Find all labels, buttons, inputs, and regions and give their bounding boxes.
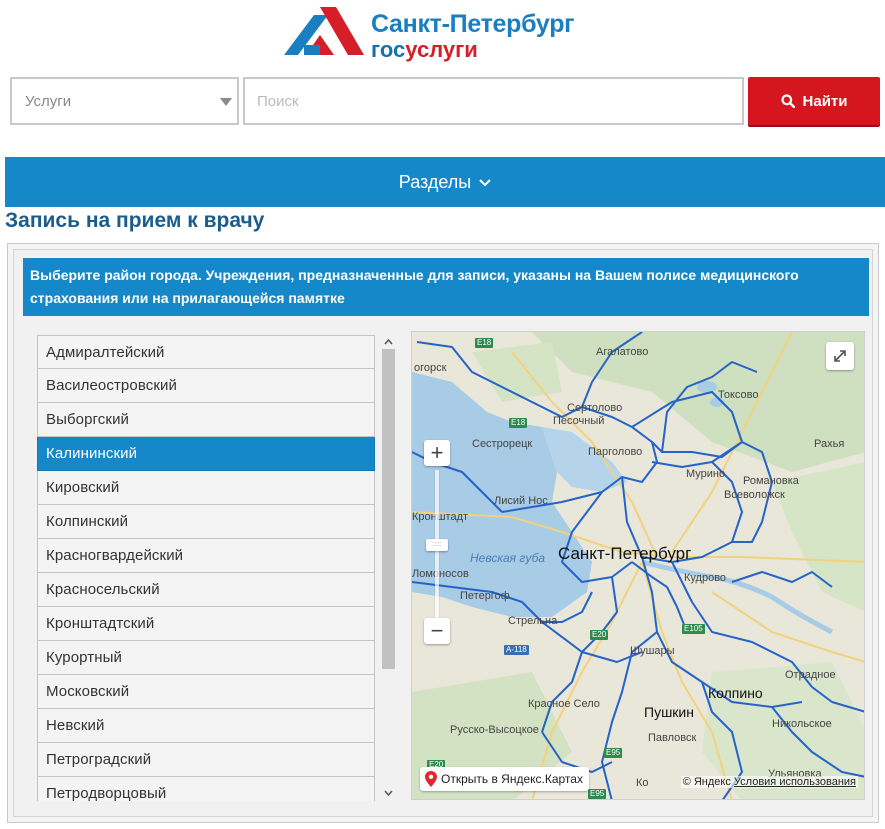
logo-uslugi: услуги	[405, 37, 478, 62]
map-label-pavlovsk: Павловск	[648, 732, 697, 744]
scroll-up-arrow-icon[interactable]	[383, 336, 394, 347]
road-tag-e95: E95	[604, 748, 623, 758]
map-label-murino: Мурино	[686, 468, 726, 480]
district-item[interactable]: Кировский	[37, 471, 375, 505]
road-tag-e18-north: E18	[475, 338, 494, 348]
district-item[interactable]: Красносельский	[37, 573, 375, 607]
district-list-container: Адмиралтейский Василеостровский Выборгский…	[37, 335, 397, 801]
map-label-kudrovo: Кудрово	[684, 572, 727, 584]
district-item[interactable]: Петродворцовый	[37, 777, 375, 801]
district-item[interactable]: Выборгский	[37, 403, 375, 437]
zoom-slider-handle[interactable]: :::::	[426, 539, 448, 551]
fullscreen-button[interactable]	[826, 342, 854, 370]
map-label-russko-vysotskoe: Русско-Высоцкое	[450, 724, 539, 736]
district-item[interactable]: Василеостровский	[37, 369, 375, 403]
map-label-kolpino: Колпино	[708, 685, 763, 701]
map-label-zelenogorsk: огорск	[414, 362, 447, 374]
info-message: Выберите район города. Учреждения, предн…	[23, 258, 869, 316]
road-tag-e105: E105	[682, 624, 705, 634]
chevron-down-icon	[479, 179, 491, 187]
search-row: Услуги Найти	[10, 77, 880, 125]
find-button[interactable]: Найти	[748, 77, 880, 125]
logo-text[interactable]: Санкт-Петербург госуслуги	[371, 10, 575, 62]
map-copyright: © Яндекс Условия использования	[680, 776, 858, 788]
map-label-otradnoe: Отрадное	[785, 669, 836, 681]
road-tag-e18: E18	[509, 418, 528, 428]
caret-down-icon	[220, 98, 232, 106]
copyright-text: © Яндекс	[682, 776, 731, 788]
map-label-agalatovo: Агалатово	[596, 346, 649, 358]
open-in-yandex-label: Открыть в Яндекс.Картах	[441, 772, 583, 786]
map-label-romanovka: Романовка	[743, 475, 799, 487]
district-item[interactable]: Калининский	[37, 437, 375, 471]
sections-menu-toggle[interactable]: Разделы	[5, 157, 885, 207]
open-in-yandex-maps-link[interactable]: Открыть в Яндекс.Картах	[420, 767, 589, 791]
district-item[interactable]: Петроградский	[37, 743, 375, 777]
district-item[interactable]: Невский	[37, 709, 375, 743]
road-tag-e20: E20	[590, 630, 609, 640]
search-input[interactable]	[243, 77, 744, 125]
district-item[interactable]: Адмиралтейский	[37, 335, 375, 369]
district-item[interactable]: Московский	[37, 675, 375, 709]
search-icon	[780, 94, 795, 108]
map-label-spb: Санкт-Петербург	[558, 544, 692, 563]
map-label-lisiy-nos: Лисий Нос	[494, 495, 548, 507]
map-label-sestroretsk: Сестрорецк	[472, 438, 533, 450]
district-item[interactable]: Колпинский	[37, 505, 375, 539]
map-label-ko-partial: Ко	[636, 777, 649, 789]
map-label-lomonosov: Ломоносов	[412, 568, 469, 580]
district-map[interactable]: огорск Агалатово Токсово Сертолово Песоч…	[411, 331, 865, 800]
scroll-thumb[interactable]	[382, 349, 395, 669]
map-label-neva-bay: Невская губа	[470, 551, 546, 565]
logo-gos: гос	[371, 37, 406, 62]
district-item[interactable]: Курортный	[37, 641, 375, 675]
list-scrollbar[interactable]	[380, 335, 397, 801]
category-select[interactable]: Услуги	[10, 77, 239, 125]
map-label-rakhya: Рахья	[814, 438, 845, 450]
map-label-pushkin: Пушкин	[644, 704, 694, 720]
map-label-nikolskoe: Никольское	[772, 718, 832, 730]
map-pin-icon	[425, 771, 437, 787]
logo-city: Санкт-Петербург	[371, 10, 575, 38]
map-label-toksovo: Токсово	[718, 389, 759, 401]
road-tag-a118: A-118	[504, 645, 529, 655]
page-title: Запись на прием к врачу	[5, 209, 265, 232]
map-label-shushary: Шушары	[630, 645, 675, 657]
logo-brand: госуслуги	[371, 38, 574, 62]
zoom-out-button[interactable]: −	[424, 618, 450, 644]
category-select-value: Услуги	[25, 93, 72, 110]
map-label-krasnoe-selo: Красное Село	[528, 698, 600, 710]
map-label-sertolovo: Сертолово	[567, 402, 623, 414]
district-item[interactable]: Кронштадтский	[37, 607, 375, 641]
map-label-pesochny: Песочный	[553, 415, 605, 427]
zoom-in-button[interactable]: +	[424, 440, 450, 466]
district-item[interactable]: Красногвардейский	[37, 539, 375, 573]
find-button-label: Найти	[802, 92, 848, 110]
map-label-kronshtadt: Кронштадт	[412, 511, 469, 523]
map-label-strelna: Стрельна	[508, 615, 558, 627]
road-tag-e95-south: E95	[588, 789, 607, 799]
site-header: Санкт-Петербург госуслуги	[0, 0, 885, 70]
zoom-control: + ::::: −	[424, 440, 450, 644]
scroll-down-arrow-icon[interactable]	[383, 787, 394, 798]
map-label-petergof: Петергоф	[460, 590, 510, 602]
terms-of-use-link[interactable]: Условия использования	[734, 776, 856, 788]
map-label-vsevolozhsk: Всеволожск	[724, 489, 785, 501]
district-list: Адмиралтейский Василеостровский Выборгский…	[37, 335, 375, 801]
map-label-pargolovo: Парголово	[588, 446, 643, 458]
gosuslugi-logo-icon[interactable]	[284, 7, 364, 57]
fullscreen-icon	[834, 350, 846, 362]
sections-label: Разделы	[398, 171, 472, 192]
